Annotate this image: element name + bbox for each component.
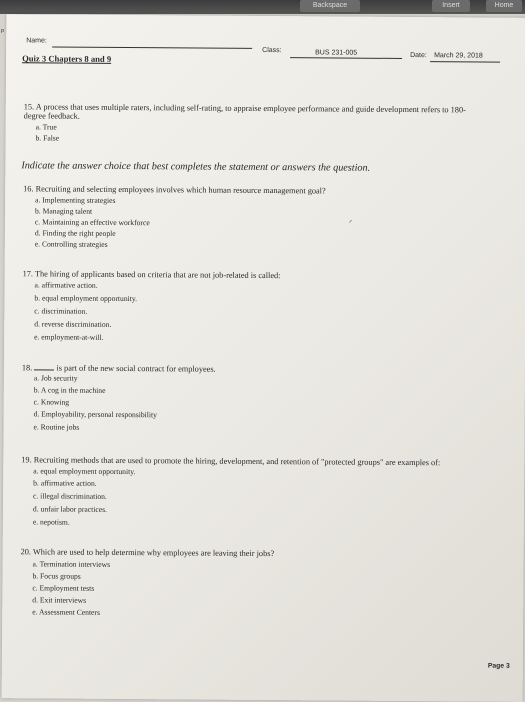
class-value: BUS 231-005 bbox=[315, 49, 358, 57]
name-label: Name: bbox=[26, 37, 47, 45]
keyboard-strip: Backspace Insert Home bbox=[0, 0, 525, 14]
option-20-b[interactable]: b. Focus groups bbox=[32, 571, 80, 580]
question-text: Recruiting methods that are used to prom… bbox=[33, 455, 441, 468]
question-number: 19. bbox=[21, 455, 32, 465]
option-18-e[interactable]: e. Routine jobs bbox=[33, 422, 79, 431]
option-17-c[interactable]: c. discrimination. bbox=[34, 306, 87, 315]
question-18: 18. is part of the new social contract f… bbox=[21, 362, 216, 374]
date-label: Date: bbox=[410, 52, 427, 60]
option-18-a[interactable]: a. Job security bbox=[34, 373, 78, 382]
option-16-c[interactable]: c. Maintaining an effective workforce bbox=[35, 217, 150, 227]
name-line bbox=[52, 46, 253, 49]
quiz-title: Quiz 3 Chapters 8 and 9 bbox=[22, 53, 112, 64]
option-16-b[interactable]: b. Managing talent bbox=[35, 206, 92, 215]
margin-mark: ᵖ bbox=[1, 27, 5, 36]
page-number: Page 3 bbox=[487, 662, 510, 670]
option-18-d[interactable]: d. Employability, personal responsibilit… bbox=[34, 409, 157, 419]
option-15-a[interactable]: a. True bbox=[36, 122, 57, 131]
question-number: 16. bbox=[23, 184, 34, 194]
option-17-d[interactable]: d. reverse discrimination. bbox=[34, 319, 111, 329]
class-line bbox=[290, 57, 403, 59]
cursor-mark: ᐟ bbox=[348, 218, 353, 228]
question-number: 15. bbox=[23, 102, 35, 112]
option-16-e[interactable]: e. Controlling strategies bbox=[35, 239, 108, 249]
question-19: 19. Recruiting methods that are used to … bbox=[21, 455, 440, 467]
option-16-a[interactable]: a. Implementing strategies bbox=[35, 195, 115, 205]
option-17-b[interactable]: b. equal employment opportunity. bbox=[34, 293, 137, 303]
question-number: 18. bbox=[21, 363, 33, 373]
question-number: 20. bbox=[20, 547, 32, 557]
option-19-c[interactable]: c. illegal discrimination. bbox=[33, 491, 107, 501]
question-20: 20. Which are used to help determine why… bbox=[21, 547, 275, 558]
question-16: 16. Recruiting and selecting employees i… bbox=[23, 184, 326, 195]
question-text-cont: degree feedback. bbox=[23, 111, 80, 121]
question-text: Recruiting and selecting employees invol… bbox=[35, 184, 326, 196]
option-17-a[interactable]: a. affirmative action. bbox=[34, 280, 97, 289]
question-text: Which are used to help determine why emp… bbox=[32, 547, 275, 559]
class-label: Class: bbox=[262, 46, 282, 55]
option-19-b[interactable]: b. affirmative action. bbox=[33, 478, 97, 487]
backspace-key[interactable]: Backspace bbox=[300, 0, 360, 12]
question-text: The hiring of applicants based on criter… bbox=[34, 269, 281, 281]
option-20-c[interactable]: c. Employment tests bbox=[32, 583, 94, 592]
option-18-c[interactable]: c. Knowing bbox=[34, 397, 69, 406]
option-18-b[interactable]: b. A cog in the machine bbox=[34, 385, 106, 395]
question-text: A process that uses multiple raters, inc… bbox=[35, 102, 466, 115]
date-value: March 29, 2018 bbox=[434, 52, 483, 60]
question-15: 15. A process that uses multiple raters,… bbox=[24, 102, 466, 114]
quiz-paper: Name: Class: BUS 231-005 Date: March 29,… bbox=[1, 14, 525, 702]
option-15-b[interactable]: b. False bbox=[35, 133, 59, 142]
question-number: 17. bbox=[22, 269, 33, 279]
option-17-e[interactable]: e. employment-at-will. bbox=[34, 332, 103, 341]
option-20-d[interactable]: d. Exit interviews bbox=[32, 595, 86, 604]
option-20-a[interactable]: a. Termination interviews bbox=[33, 559, 111, 569]
option-19-d[interactable]: d. unfair labor practices. bbox=[33, 504, 107, 514]
option-19-a[interactable]: a. equal employment opportunity. bbox=[33, 466, 135, 476]
answer-blank[interactable] bbox=[34, 362, 55, 371]
question-17: 17. The hiring of applicants based on cr… bbox=[23, 269, 281, 280]
date-line bbox=[430, 61, 501, 63]
option-16-d[interactable]: d. Finding the right people bbox=[35, 228, 116, 238]
home-key[interactable]: Home bbox=[486, 0, 522, 12]
question-text: is part of the new social contract for e… bbox=[56, 363, 216, 374]
option-19-e[interactable]: e. nepotism. bbox=[33, 517, 70, 526]
insert-key[interactable]: Insert bbox=[432, 0, 470, 12]
option-20-e[interactable]: e. Assessment Centers bbox=[32, 607, 100, 616]
instruction-text: Indicate the answer choice that best com… bbox=[21, 160, 371, 174]
